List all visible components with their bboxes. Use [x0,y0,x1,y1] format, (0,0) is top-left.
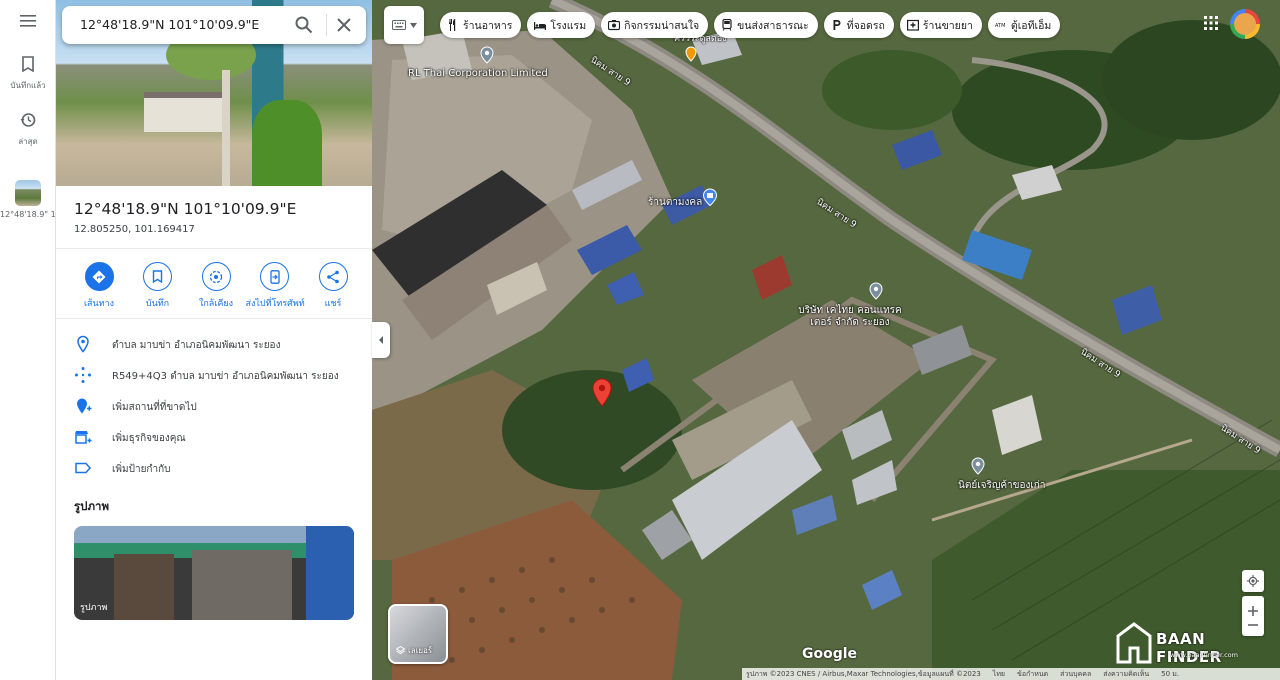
camera-icon [608,20,621,31]
directions-icon [92,270,106,283]
photo-caption: รูปภาพ [80,603,108,613]
hotel-icon [534,22,547,30]
add-label-row[interactable]: เพิ่มป้ายกำกับ [56,454,372,482]
map-scale[interactable]: 50 ม. [1161,669,1179,680]
map-label-old-goods[interactable]: นิตย์เจริญค้าของเก่า [958,480,1045,492]
parking-icon [833,20,841,30]
keyboard-icon [391,20,406,30]
directions-button[interactable]: เส้นทาง [70,262,128,310]
svg-text:ATM: ATM [995,23,1005,29]
my-location-icon [1247,575,1259,587]
atm-icon: ATM [995,23,1005,29]
left-rail: บันทึกแล้ว ล่าสุด 12°48'18.9" 101°10'09.… [0,0,56,680]
place-marker-rl-thai[interactable] [480,46,494,64]
hamburger-menu-icon [20,15,36,27]
map-label-shop-mongkol[interactable]: ร้านตามงคล [648,197,702,209]
category-chips: ร้านอาหาร โรงแรม กิจกรรมน่าสนใจ ขนส่งสาธ… [384,6,1061,44]
saved-button[interactable]: บันทึกแล้ว [0,56,56,92]
shop-marker-icon[interactable] [702,188,718,206]
place-panel: 12°48'18.9"N 101°10'09.9"E 12.805250, 10… [56,0,372,680]
chip-restaurants[interactable]: ร้านอาหาร [440,12,522,38]
map-label-rl-thai[interactable]: RL Thai Corporation Limited [408,68,548,80]
map-label-kc-thai[interactable]: บริษัท เคไทย คอนแทรค เตอร์ จำกัด ระยอง [790,305,910,329]
layers-button[interactable]: เลเยอร์ [388,604,448,664]
save-button[interactable]: บันทึก [129,262,187,310]
search-icon[interactable] [294,15,314,35]
close-icon[interactable] [334,15,354,35]
add-business-icon [75,431,92,444]
place-marker-old-goods[interactable] [971,457,985,475]
location-pin-icon [77,335,89,353]
chip-pharmacies[interactable]: ร้านขายยา [899,12,982,38]
google-logo: Google [802,646,858,662]
search-input[interactable]: 12°48'18.9"N 101°10'09.9"E [80,17,259,32]
layers-label: เลเยอร์ [408,646,433,655]
search-box[interactable]: 12°48'18.9"N 101°10'09.9"E [62,6,366,44]
photos-heading: รูปภาพ [74,499,110,513]
recent-button[interactable]: ล่าสุด [0,112,56,148]
share-button[interactable]: แชร์ [304,262,362,310]
collapse-panel-button[interactable] [372,322,390,358]
map-footer: รูปภาพ ©2023 CNES / Airbus,Maxar Technol… [742,668,1280,680]
place-decimal-coords: 12.805250, 101.169417 [74,224,195,235]
share-icon [327,270,339,283]
zoom-in-icon[interactable] [1248,606,1258,616]
place-marker-kc-thai[interactable] [869,282,883,300]
chip-parking[interactable]: ที่จอดรถ [823,12,894,38]
layers-icon [396,646,405,655]
add-place-icon [77,398,92,414]
send-to-phone-button[interactable]: ส่งไปที่โทรศัพท์ [246,262,305,310]
satellite-map[interactable]: RL Thai Corporation Limited ร้านตามงคล บ… [372,0,1280,680]
footer-terms[interactable]: ข้อกำหนด [1017,669,1048,680]
chip-atm[interactable]: ATM ตู้เอทีเอ็ม [987,12,1061,38]
recent-place-thumbnail [15,180,41,206]
recent-place-item[interactable]: 12°48'18.9" 101°10'09.9 [0,180,56,219]
add-missing-place-row[interactable]: เพิ่มสถานที่ที่ขาดไป [56,392,372,420]
footer-privacy[interactable]: ส่วนบุคคล [1060,669,1091,680]
chip-transit[interactable]: ขนส่งสาธารณะ [714,12,818,38]
chevron-down-icon [409,22,417,28]
recent-place-label: 12°48'18.9" 101°10'09.9 [0,210,56,219]
add-business-row[interactable]: เพิ่มธุรกิจของคุณ [56,423,372,451]
bookmark-icon [22,56,34,73]
saved-label: บันทึกแล้ว [10,81,46,90]
apps-grid-icon[interactable] [1204,16,1218,30]
bookmark-icon [152,270,163,283]
footer-feedback[interactable]: ส่งความคิดเห็น [1103,669,1149,680]
nearby-icon [209,270,223,283]
baanfinder-logo-icon [1116,622,1152,664]
history-icon [20,113,36,127]
restaurant-icon [449,19,456,31]
pharmacy-icon [906,19,919,31]
footer-thailand[interactable]: ไทย [993,669,1005,680]
send-to-phone-icon [269,269,280,284]
place-title: 12°48'18.9"N 101°10'09.9"E [74,200,297,218]
account-avatar[interactable] [1230,9,1260,39]
plus-code-row[interactable]: R549+4Q3 ตำบล มาบข่า อำเภอนิคมพัฒนา ระยอ… [56,361,372,389]
chip-hotels[interactable]: โรงแรม [527,12,596,38]
baanfinder-watermark: BAAN FINDER www.baanfinder.com [1116,620,1266,666]
menu-button[interactable] [0,14,56,31]
my-location-button[interactable] [1242,570,1264,592]
selected-location-pin[interactable] [591,378,613,408]
imagery-attribution: รูปภาพ ©2023 CNES / Airbus,Maxar Technol… [746,669,981,678]
chip-things-to-do[interactable]: กิจกรรมน่าสนใจ [601,12,709,38]
chevron-left-icon [379,336,383,344]
restaurant-marker-icon[interactable] [685,46,697,62]
action-bar: เส้นทาง บันทึก ใกล้เคียง ส่งไปที่โทรศัพท… [70,262,362,310]
address-row[interactable]: ตำบล มาบข่า อำเภอนิคมพัฒนา ระยอง [56,330,372,358]
transit-icon [722,19,732,31]
plus-code-icon [75,367,91,383]
recent-label: ล่าสุด [18,137,38,146]
label-icon [75,462,92,474]
satellite-imagery [372,0,1280,680]
photo-card[interactable]: รูปภาพ [74,526,354,620]
nearby-button[interactable]: ใกล้เคียง [187,262,245,310]
input-tools-button[interactable] [384,6,424,44]
